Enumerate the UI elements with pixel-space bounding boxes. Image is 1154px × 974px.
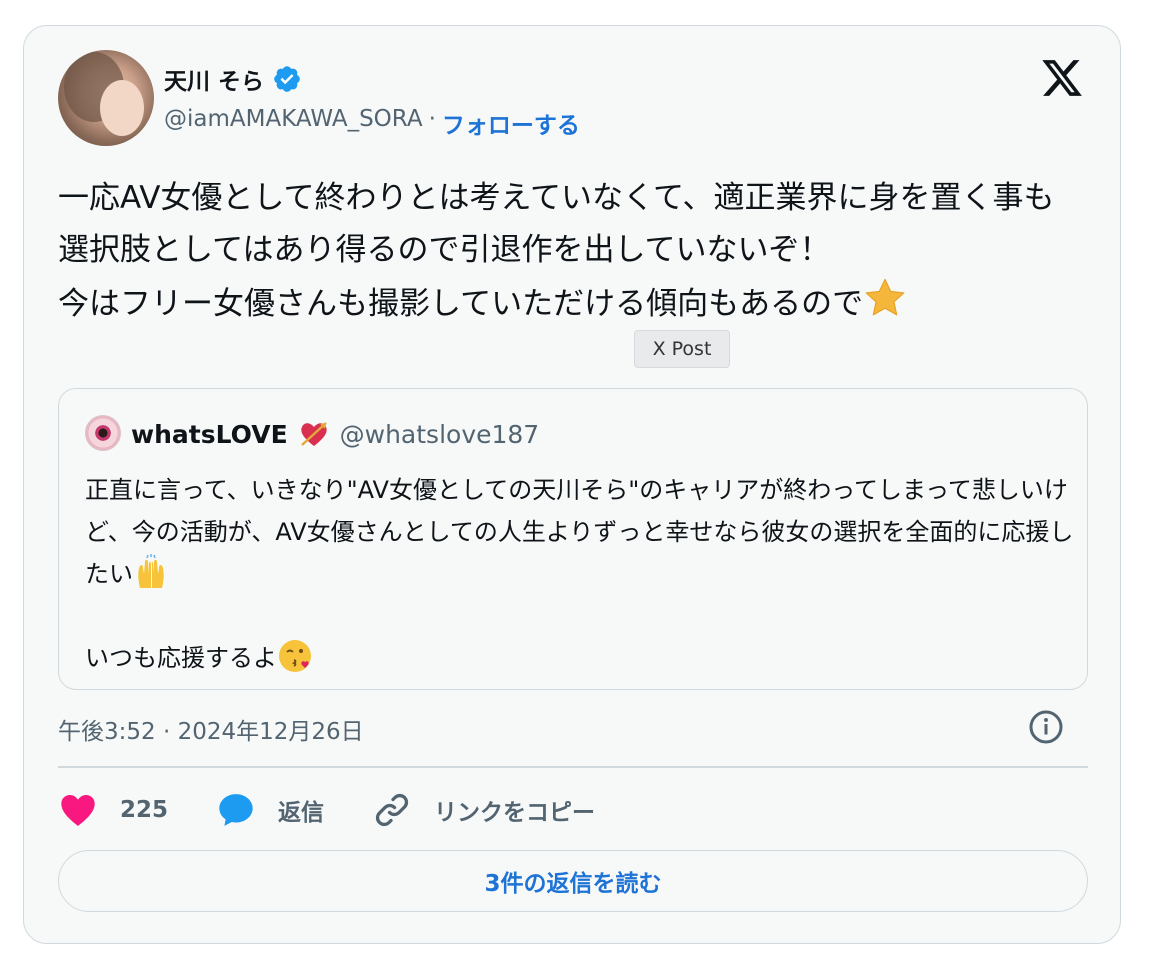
x-logo-icon[interactable] [1040,56,1084,100]
star-emoji-icon [865,278,905,316]
tweet-card: 天川 そら @iamAMAKAWA_SORA · フォローする 一応AV女優とし… [23,25,1121,944]
separator-dot: · [428,106,436,132]
author-name[interactable]: 天川 そら [164,62,264,96]
quoted-text-part2: いつも応援するよ [85,644,277,672]
copy-link-button[interactable]: リンクをコピー [372,790,595,830]
heart-with-arrow-emoji-icon [300,422,327,446]
quoted-author-avatar[interactable] [85,415,121,451]
action-bar: 225 返信 リンクをコピー [58,788,643,832]
read-replies-button[interactable]: 3件の返信を読む [58,850,1088,912]
x-post-tooltip: X Post [634,330,730,368]
tweet-text: 一応AV女優として終わりとは考えていなくて、適正業界に身を置く事も選択肢としては… [58,172,1078,330]
author-name-row: 天川 そら [164,62,302,96]
like-button[interactable]: 225 [58,790,168,830]
verified-badge-icon [274,66,300,92]
divider [58,766,1088,768]
quoted-tweet[interactable]: whatsLOVE @whatslove187 正直に言って、いきなり"AV女優… [58,388,1088,690]
author-handle[interactable]: @iamAMAKAWA_SORA [164,106,423,140]
quoted-author-handle[interactable]: @whatslove187 [340,420,540,449]
raising-hands-emoji-icon [138,554,164,588]
reply-label: 返信 [278,800,325,826]
link-icon [375,793,409,827]
follow-button[interactable]: フォローする [442,106,580,140]
author-handle-row: @iamAMAKAWA_SORA · フォローする [164,106,580,140]
reply-button[interactable]: 返信 [216,790,324,830]
speech-bubble-icon [219,794,253,826]
quoted-tweet-text: 正直に言って、いきなり"AV女優としての天川そら"のキャリアが終わってしまって悲… [85,469,1075,679]
info-icon[interactable] [1028,709,1064,745]
quoted-text-part1: 正直に言って、いきなり"AV女優としての天川そら"のキャリアが終わってしまって悲… [85,476,1074,588]
tweet-timestamp[interactable]: 午後3:52 · 2024年12月26日 [58,712,364,746]
heart-icon [61,795,95,826]
copy-link-label: リンクをコピー [434,800,596,826]
quoted-author-name[interactable]: whatsLOVE [131,420,288,449]
kissing-face-emoji-icon [279,640,311,672]
like-count: 225 [120,797,169,823]
quoted-author-row: whatsLOVE @whatslove187 [131,419,539,449]
author-avatar[interactable] [58,50,154,146]
